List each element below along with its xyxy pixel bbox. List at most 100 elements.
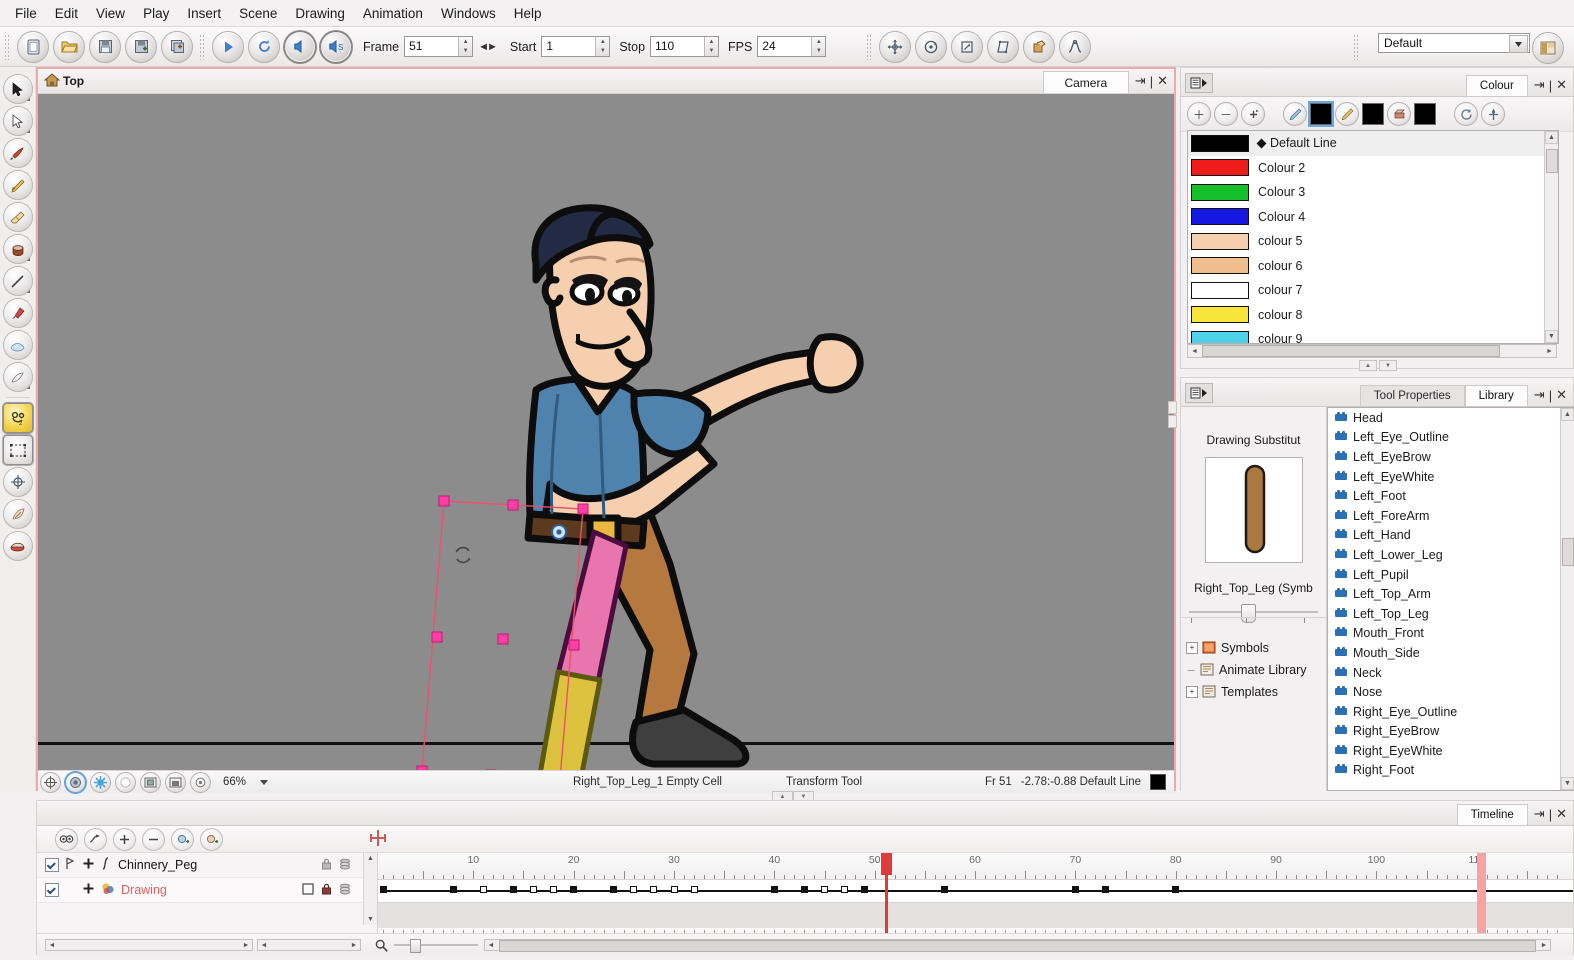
colour-row[interactable]: Colour 4: [1188, 205, 1558, 230]
keyframe-marker[interactable]: [1102, 886, 1109, 893]
rotate-icon[interactable]: [915, 31, 947, 63]
keyframe-marker[interactable]: [771, 886, 778, 893]
scroll-right-icon[interactable]: ►: [348, 942, 360, 949]
save-icon[interactable]: [89, 31, 121, 63]
menu-item-play[interactable]: Play: [134, 3, 178, 24]
transform-icon[interactable]: [1023, 31, 1055, 63]
scroll-left-icon[interactable]: ◄: [258, 942, 270, 949]
back-colour-swatch[interactable]: [1414, 103, 1436, 125]
start-spinner[interactable]: ▲▼: [595, 37, 609, 56]
scroll-up-icon[interactable]: ▲: [1545, 131, 1558, 144]
panel-menu-icon[interactable]: [1185, 73, 1213, 93]
keyframe-marker[interactable]: [841, 886, 848, 893]
onion-icon[interactable]: [339, 858, 351, 873]
brush-tool[interactable]: [3, 138, 33, 168]
menu-item-animation[interactable]: Animation: [354, 3, 432, 24]
scroll-left-icon[interactable]: ◄: [1188, 348, 1201, 355]
list-item[interactable]: Left_Top_Leg: [1328, 604, 1574, 624]
square-icon[interactable]: [302, 883, 314, 898]
cutter-tool[interactable]: [3, 106, 33, 136]
start-field[interactable]: ▲▼: [541, 36, 610, 57]
panel-menu-icon[interactable]: [1185, 383, 1213, 403]
camera-mask-icon[interactable]: [140, 772, 161, 793]
list-item[interactable]: Left_Foot: [1328, 486, 1574, 506]
scrollbar-thumb[interactable]: [1546, 149, 1558, 173]
keyframe-marker[interactable]: [630, 886, 637, 893]
scroll-left-icon[interactable]: ◄: [46, 942, 58, 949]
library-tree-item-symbols[interactable]: + Symbols: [1181, 637, 1326, 659]
save-all-icon[interactable]: [161, 31, 193, 63]
library-tree-item-templates[interactable]: + Templates: [1181, 681, 1326, 703]
colour-panel-resizer[interactable]: ▲▼: [1181, 360, 1574, 370]
list-item[interactable]: Left_Top_Arm: [1328, 584, 1574, 604]
timeline-drawing-row[interactable]: [378, 902, 1573, 927]
stop-input[interactable]: [651, 37, 704, 54]
minimize-icon[interactable]: ⇥: [1534, 77, 1545, 93]
library-item-list[interactable]: Head Left_Eye_Outline Left_EyeBrow Left_…: [1327, 407, 1574, 791]
list-item[interactable]: Head: [1328, 408, 1574, 428]
outline-icon[interactable]: [115, 772, 136, 793]
pen-style-icon[interactable]: [1283, 102, 1307, 126]
scroll-right-icon[interactable]: ►: [1538, 942, 1550, 949]
layer-visibility-checkbox[interactable]: [45, 858, 59, 872]
translate-icon[interactable]: [879, 31, 911, 63]
line-tool[interactable]: [3, 266, 33, 296]
menu-item-help[interactable]: Help: [505, 3, 551, 24]
fps-input[interactable]: [758, 37, 811, 54]
skew-icon[interactable]: [987, 31, 1019, 63]
slider-knob[interactable]: [1241, 604, 1256, 623]
layer-name[interactable]: Drawing: [121, 883, 167, 897]
chevron-down-icon[interactable]: [1509, 35, 1528, 53]
add-icon[interactable]: [82, 882, 95, 898]
list-item[interactable]: Mouth_Front: [1328, 624, 1574, 644]
keyframe-marker[interactable]: [691, 886, 698, 893]
menu-item-drawing[interactable]: Drawing: [286, 3, 354, 24]
add-keyframe-icon[interactable]: [84, 828, 107, 851]
scroll-right-icon[interactable]: ►: [240, 942, 252, 949]
list-item[interactable]: Left_Eye_Outline: [1328, 428, 1574, 448]
stop-field[interactable]: ▲▼: [650, 36, 719, 57]
light-table-icon[interactable]: [90, 772, 111, 793]
layer-hscrollbar-2[interactable]: ◄ ►: [257, 939, 361, 951]
reorder-icon[interactable]: [1454, 102, 1478, 126]
brush-style-icon[interactable]: [1335, 102, 1359, 126]
keyframe-marker[interactable]: [480, 886, 487, 893]
menu-item-insert[interactable]: Insert: [178, 3, 230, 24]
smooth-tool[interactable]: [3, 330, 33, 360]
menu-item-edit[interactable]: Edit: [46, 3, 87, 24]
colour-list-scrollbar[interactable]: ▲ ▼: [1544, 131, 1558, 343]
colour-list-hscrollbar[interactable]: ◄ ►: [1187, 344, 1557, 358]
scrollbar-thumb[interactable]: [1562, 538, 1574, 566]
add-column-icon[interactable]: [200, 828, 223, 851]
select-box-tool[interactable]: [3, 435, 33, 465]
close-icon[interactable]: ✕: [1556, 387, 1567, 403]
fps-spinner[interactable]: ▲▼: [811, 37, 825, 56]
frame-spinner[interactable]: ▲▼: [458, 37, 472, 56]
scroll-up-icon[interactable]: ▲: [1561, 408, 1574, 421]
colour-row[interactable]: Default Line: [1188, 131, 1558, 156]
show-hide-icon[interactable]: [55, 828, 78, 851]
keyframe-marker[interactable]: [570, 886, 577, 893]
function-icon[interactable]: [101, 857, 112, 873]
stop-spinner[interactable]: ▲▼: [704, 37, 718, 56]
scrollbar-thumb[interactable]: [1202, 345, 1500, 357]
timeline-track-area[interactable]: 102030405060708090100110: [378, 853, 1573, 933]
minimize-icon[interactable]: ⇥: [1534, 806, 1545, 822]
keyframe-marker[interactable]: [530, 886, 537, 893]
keyframe-marker[interactable]: [380, 886, 387, 893]
expander-icon[interactable]: +: [1186, 642, 1198, 654]
library-tree-item-animate-library[interactable]: – Animate Library: [1181, 659, 1326, 681]
ink-tool[interactable]: [3, 499, 33, 529]
new-scene-icon[interactable]: [17, 31, 49, 63]
list-item[interactable]: Left_EyeBrow: [1328, 447, 1574, 467]
eraser-tool[interactable]: [3, 202, 33, 232]
add-peg-icon[interactable]: [171, 828, 194, 851]
colour-row[interactable]: colour 6: [1188, 254, 1558, 279]
frame-input[interactable]: [405, 37, 458, 54]
add-colour-icon[interactable]: ＋: [1187, 102, 1211, 126]
tab-tool-properties[interactable]: Tool Properties: [1360, 385, 1465, 406]
toolbar-grip[interactable]: [4, 34, 11, 60]
layer-name[interactable]: Chinnery_Peg: [118, 858, 197, 872]
keyframe-marker[interactable]: [671, 886, 678, 893]
start-input[interactable]: [542, 37, 595, 54]
